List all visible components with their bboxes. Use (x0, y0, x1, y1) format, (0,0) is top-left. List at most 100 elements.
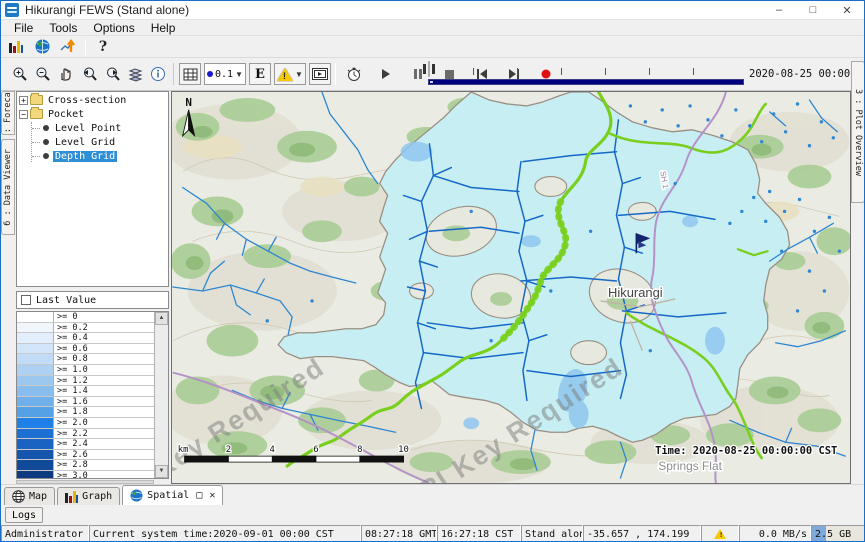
tab-maximize-icon[interactable]: □ (196, 490, 202, 501)
bullet-icon (43, 139, 49, 145)
legend-swatch (17, 386, 54, 396)
tree-item-depth-grid[interactable]: Depth Grid (32, 150, 168, 162)
status-mode: Stand alone (521, 525, 583, 542)
info-button[interactable] (148, 64, 168, 84)
tree-item-level-point[interactable]: Level Point (32, 122, 168, 134)
menu-bar: File Tools Options Help (1, 20, 864, 36)
globe-button[interactable] (33, 39, 51, 55)
tab-map[interactable]: Map (4, 487, 55, 505)
grid-scale-value: 0.1 (215, 69, 233, 80)
warning-dropdown[interactable]: ! ▼ (274, 63, 306, 85)
collapse-icon[interactable]: − (19, 110, 28, 119)
legend-swatch (17, 397, 54, 407)
tree-item-level-grid[interactable]: Level Grid (32, 136, 168, 148)
zoom-in-button[interactable] (10, 64, 30, 84)
left-panel: + Cross-section − Pocket Level Point Lev… (16, 91, 171, 484)
legend-swatch (17, 344, 54, 354)
grid-scale-dropdown[interactable]: 0.1 ▼ (204, 63, 246, 85)
scale-bar-segments (185, 456, 404, 462)
legend-row: >= 2.2 (17, 429, 154, 440)
layer-tree: + Cross-section − Pocket Level Point Lev… (16, 91, 169, 287)
svg-text:km: km (178, 445, 189, 455)
status-system-time: Current system time:2020-09-01 00:00 CST (89, 525, 361, 542)
legend-row: >= 2.6 (17, 450, 154, 461)
legend-row: >= 0.4 (17, 333, 154, 344)
svg-text:2: 2 (226, 445, 231, 455)
time-slider-track[interactable] (428, 61, 430, 77)
maximize-button[interactable]: □ (796, 1, 830, 19)
status-network-rate: 0.0 MB/s (739, 525, 811, 542)
status-user: Administrator (1, 525, 89, 542)
menu-options[interactable]: Options (86, 21, 141, 35)
tab-graph[interactable]: Graph (57, 487, 120, 505)
logs-row: Logs (1, 505, 865, 525)
status-gmt-time: 08:27:18 GMT (361, 525, 437, 542)
legend-row: >= 1.4 (17, 386, 154, 397)
legend-scrollbar[interactable]: ▲ ▼ (154, 312, 168, 478)
expand-icon[interactable]: + (19, 96, 28, 105)
legend-swatch (17, 439, 54, 449)
tree-item-cross-section[interactable]: + Cross-section (17, 94, 168, 106)
menu-file[interactable]: File (7, 21, 40, 35)
scale-dot-icon (207, 71, 213, 77)
grid-display-button[interactable] (179, 63, 201, 85)
tab-spatial[interactable]: Spatial □ ✕ (122, 485, 223, 505)
timeseries-chart-button[interactable] (59, 39, 77, 55)
tab-plot-overview[interactable]: 3 : Plot Overview (851, 61, 865, 203)
time-slider[interactable] (428, 62, 744, 88)
zoom-previous-button[interactable] (79, 64, 99, 84)
toolbar-datetime: 2020-08-25 00:00:00 CST (749, 68, 865, 80)
close-button[interactable]: ✕ (830, 1, 864, 19)
tab-forecast[interactable]: 5 : Forecast (1, 91, 15, 135)
slider-end-handle[interactable] (423, 64, 426, 74)
status-coordinates: -35.657 , 174.199 (583, 525, 701, 542)
layers-button[interactable] (125, 64, 145, 84)
legend-table: >= 0 >= 0.2 >= 0.4 >= 0.6 >= 0.8 >= 1.0 … (16, 311, 169, 479)
legend-row: >= 0.6 (17, 344, 154, 355)
map-toolbar: 0.1 ▼ E ! ▼ (1, 58, 851, 91)
app-window: Hikurangi FEWS (Stand alone) – □ ✕ File … (0, 0, 865, 542)
legend-swatch (17, 323, 54, 333)
pan-hand-button[interactable] (56, 64, 76, 84)
legend-swatch (17, 429, 54, 439)
menu-help[interactable]: Help (144, 21, 183, 35)
scroll-down-icon[interactable]: ▼ (155, 465, 168, 478)
bar-chart-icon (65, 490, 78, 503)
legend-row: >= 1.0 (17, 365, 154, 376)
tab-close-icon[interactable]: ✕ (209, 490, 215, 501)
slider-start-handle[interactable] (432, 64, 435, 74)
warning-icon: ! (714, 529, 726, 539)
legend-swatch (17, 471, 54, 479)
help-button[interactable]: ? (94, 39, 112, 55)
logs-button[interactable]: Logs (5, 507, 43, 523)
main-toolbar: ? (1, 36, 864, 58)
legend-swatch (17, 450, 54, 460)
legend-panel: Last Value >= 0 >= 0.2 >= 0.4 >= 0.6 >= … (16, 291, 169, 484)
play-button[interactable] (376, 64, 396, 84)
animation-player-button[interactable] (309, 63, 331, 85)
tab-data-viewer[interactable]: 6 : Data Viewer (1, 139, 15, 235)
status-memory: 2.5 GB (811, 525, 865, 542)
minimize-button[interactable]: – (762, 1, 796, 19)
legend-row: >= 1.2 (17, 376, 154, 387)
last-value-checkbox[interactable] (21, 295, 31, 305)
bullet-icon (43, 125, 49, 131)
legend-button[interactable]: E (249, 63, 271, 85)
zoom-out-button[interactable] (33, 64, 53, 84)
folder-icon (30, 109, 43, 119)
svg-text:6: 6 (313, 445, 318, 455)
wireframe-globe-icon (12, 490, 25, 503)
zoom-next-button[interactable] (102, 64, 122, 84)
svg-text:8: 8 (357, 445, 362, 455)
database-chart-button[interactable] (7, 39, 25, 55)
status-warning-cell[interactable]: ! (701, 525, 739, 542)
tree-item-pocket[interactable]: − Pocket (17, 108, 168, 120)
bullet-icon (43, 153, 49, 159)
legend-row: >= 1.8 (17, 407, 154, 418)
animation-timer-button[interactable] (344, 64, 364, 84)
legend-swatch (17, 418, 54, 428)
menu-tools[interactable]: Tools (42, 21, 84, 35)
legend-row: >= 0.8 (17, 354, 154, 365)
scroll-up-icon[interactable]: ▲ (155, 312, 168, 325)
map-viewport[interactable]: API Key Required API Key Required N Hiku… (171, 91, 851, 484)
